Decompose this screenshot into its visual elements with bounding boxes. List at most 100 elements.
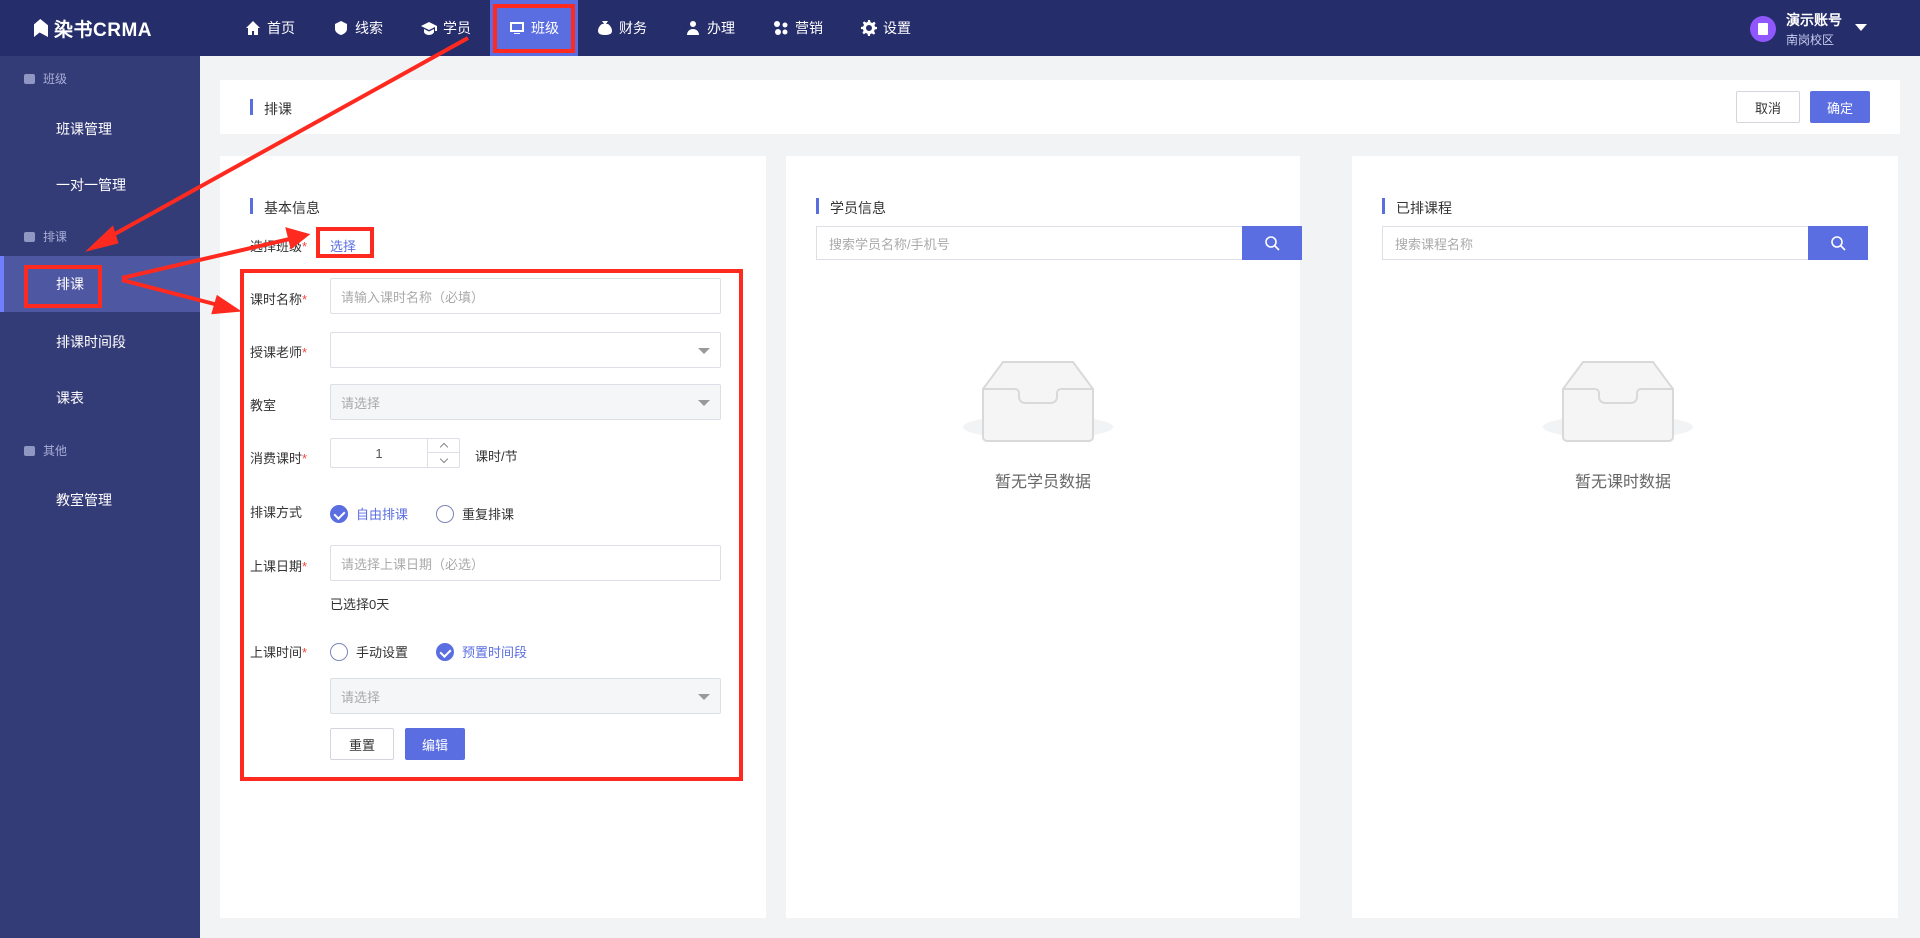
sidebar-item-label: 一对一管理 — [56, 177, 126, 193]
date-label: 上课日期* — [250, 559, 308, 574]
sidebar-item-classroom[interactable]: 教室管理 — [0, 472, 200, 528]
mode-free-radio[interactable]: 自由排课 — [330, 504, 408, 523]
sidebar-item-time-slots[interactable]: 排课时间段 — [0, 314, 200, 370]
lesson-name-input[interactable]: 请输入课时名称（必填） — [330, 278, 721, 314]
sidebar-item-class-course[interactable]: 班课管理 — [0, 101, 200, 157]
nav-leads[interactable]: 线索 — [314, 0, 402, 56]
handle-icon — [685, 20, 701, 36]
reset-button[interactable]: 重置 — [330, 728, 394, 760]
sidebar-item-one-on-one[interactable]: 一对一管理 — [0, 157, 200, 213]
student-info-title: 学员信息 — [816, 198, 886, 218]
search-icon — [1265, 236, 1280, 251]
nav-handle[interactable]: 办理 — [666, 0, 754, 56]
nav-label: 线索 — [355, 20, 383, 36]
sidebar-group-label: 班级 — [43, 72, 68, 86]
nav-marketing[interactable]: 营销 — [754, 0, 842, 56]
nav-students[interactable]: 学员 — [402, 0, 490, 56]
radio-label: 手动设置 — [356, 645, 409, 660]
empty-inbox-icon — [1543, 361, 1693, 442]
radio-unchecked-icon — [330, 642, 348, 661]
student-search-input[interactable]: 搜索学员名称/手机号 — [816, 226, 1242, 260]
time-slot-select[interactable]: 请选择 — [330, 678, 721, 714]
home-icon — [245, 20, 261, 36]
stepper-up-button[interactable] — [428, 439, 460, 453]
teacher-select[interactable] — [330, 332, 721, 368]
chevron-up-icon — [439, 442, 449, 452]
nav-settings[interactable]: 设置 — [842, 0, 930, 56]
scheduled-course-panel: 已排课程 搜索课程名称 暂无课时数据 — [1352, 156, 1898, 918]
scheduled-course-title: 已排课程 — [1382, 198, 1452, 218]
hours-unit: 课时/节 — [475, 449, 518, 464]
nav-finance[interactable]: 财务 — [578, 0, 666, 56]
select-class-link[interactable]: 选择 — [330, 236, 356, 255]
select-class-label: 选择班级* — [250, 239, 308, 254]
schedule-group-icon — [24, 231, 35, 242]
nav-home[interactable]: 首页 — [226, 0, 314, 56]
date-label-text: 上课日期 — [250, 559, 303, 574]
sidebar-group-class: 班级 — [24, 70, 67, 87]
edit-button[interactable]: 编辑 — [405, 728, 465, 760]
user-menu[interactable]: 演示账号 南岗校区 — [1728, 0, 1920, 56]
select-class-label-text: 选择班级 — [250, 239, 303, 254]
app-logo[interactable]: 染书CRMA — [34, 15, 152, 41]
radio-checked-icon — [436, 642, 454, 661]
hours-value[interactable]: 1 — [331, 439, 427, 467]
time-label: 上课时间* — [250, 645, 308, 660]
nav-label: 首页 — [267, 20, 295, 36]
logo-icon — [34, 19, 48, 37]
sidebar-item-label: 教室管理 — [56, 492, 112, 508]
page-header: 排课 取消 确定 — [220, 80, 1900, 134]
radio-label: 自由排课 — [356, 507, 409, 522]
user-campus: 南岗校区 — [1786, 33, 1835, 47]
course-search-input[interactable]: 搜索课程名称 — [1382, 226, 1838, 260]
teacher-label: 授课老师* — [250, 345, 308, 360]
chevron-down-icon — [439, 454, 449, 463]
class-group-icon — [24, 73, 35, 84]
sidebar: 班级 班课管理 一对一管理 排课 排课 排课时间段 课表 其他 教室管理 — [0, 56, 200, 938]
radio-label: 预置时间段 — [462, 645, 528, 660]
lesson-name-label-text: 课时名称 — [250, 292, 303, 307]
sidebar-item-label: 班课管理 — [56, 121, 112, 137]
time-preset-radio[interactable]: 预置时间段 — [436, 642, 527, 661]
avatar — [1750, 16, 1776, 42]
top-bar: 染书CRMA 首页 线索 学员 班级 财务 办理 营销 设置 演示账号 南岗校区 — [0, 0, 1920, 56]
app-name: 染书CRMA — [54, 19, 152, 41]
time-slot-placeholder: 请选择 — [341, 689, 381, 705]
student-search-button[interactable] — [1242, 226, 1302, 260]
room-select[interactable]: 请选择 — [330, 384, 721, 420]
mode-repeat-radio[interactable]: 重复排课 — [436, 504, 514, 523]
user-name: 演示账号 — [1786, 12, 1842, 28]
nav-class[interactable]: 班级 — [490, 0, 578, 56]
student-icon — [421, 20, 437, 36]
cancel-button[interactable]: 取消 — [1736, 91, 1800, 123]
sidebar-group-other: 其他 — [24, 442, 67, 459]
stepper-down-button[interactable] — [428, 453, 460, 467]
search-icon — [1831, 236, 1846, 251]
sidebar-item-timetable[interactable]: 课表 — [0, 370, 200, 426]
settings-icon — [861, 20, 877, 36]
course-search-button[interactable] — [1808, 226, 1868, 260]
main-nav: 首页 线索 学员 班级 财务 办理 营销 设置 — [226, 0, 930, 56]
time-label-text: 上课时间 — [250, 645, 303, 660]
hours-label-text: 消费课时 — [250, 451, 303, 466]
chevron-down-icon[interactable] — [1855, 24, 1867, 31]
hours-stepper[interactable]: 1 — [330, 438, 460, 468]
class-icon — [509, 20, 525, 36]
radio-unchecked-icon — [436, 504, 454, 523]
sidebar-group-label: 排课 — [43, 230, 68, 244]
room-label: 教室 — [250, 398, 277, 413]
nav-label: 学员 — [443, 20, 471, 36]
other-group-icon — [24, 445, 35, 456]
nav-label: 班级 — [531, 20, 559, 36]
nav-label: 营销 — [795, 20, 823, 36]
marketing-icon — [773, 20, 789, 36]
finance-icon — [597, 20, 613, 36]
student-info-panel: 学员信息 搜索学员名称/手机号 暂无学员数据 — [786, 156, 1302, 918]
empty-inbox-icon — [963, 361, 1113, 442]
time-manual-radio[interactable]: 手动设置 — [330, 642, 408, 661]
date-input[interactable]: 请选择上课日期（必选） — [330, 545, 721, 581]
sidebar-item-schedule[interactable]: 排课 — [0, 256, 200, 312]
confirm-button[interactable]: 确定 — [1810, 91, 1870, 123]
chevron-down-icon — [698, 694, 710, 700]
sidebar-item-label: 课表 — [56, 390, 84, 406]
